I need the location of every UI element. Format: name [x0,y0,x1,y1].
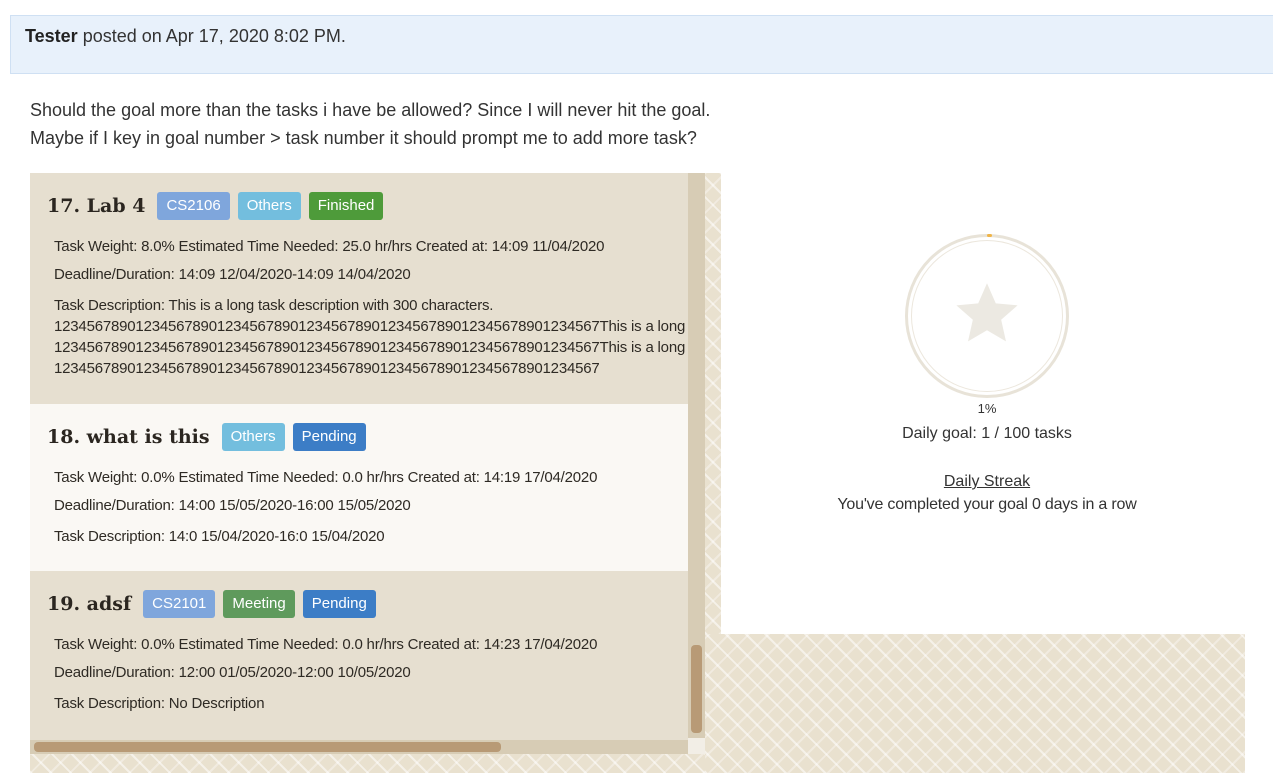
status-tag: Pending [302,590,376,618]
horizontal-scroll-thumb[interactable] [34,742,501,752]
type-tag: Others [221,423,285,451]
task-meta: Task Weight: 0.0% Estimated Time Needed:… [54,636,598,653]
scroll-corner [688,738,705,754]
type-tag: Others [237,192,301,220]
goal-progress-ring [905,234,1069,398]
task-card[interactable]: 18. what is this Others Pending Task Wei… [30,404,688,571]
task-description: Task Description: 14:0 15/04/2020-16:0 1… [54,528,385,545]
goal-percent: 1% [977,401,997,416]
module-tag: CS2106 [157,192,230,220]
post-line-2: Maybe if I key in goal number > task num… [30,128,697,148]
task-description: Task Description: This is a long task de… [54,297,494,314]
background-pattern [705,173,721,634]
task-deadline: Deadline/Duration: 12:00 01/05/2020-12:0… [54,664,411,681]
daily-streak-text: You've completed your goal 0 days in a r… [837,496,1137,513]
task-meta: Task Weight: 0.0% Estimated Time Needed:… [54,469,598,486]
task-list[interactable]: 17. Lab 4 CS2106 Others Finished Task We… [30,173,688,740]
background-pattern [30,754,705,773]
task-description-line: 1234567890123456789012345678901234567890… [54,318,688,335]
task-description-line: 1234567890123456789012345678901234567890… [54,339,688,356]
daily-goal-panel: 1% Daily goal: 1 / 100 tasks Daily Strea… [721,173,1245,634]
module-tag: CS2101 [143,590,216,618]
type-tag: Meeting [223,590,295,618]
star-icon [956,283,1018,342]
task-description: Task Description: No Description [54,695,265,712]
task-deadline: Deadline/Duration: 14:00 15/05/2020-16:0… [54,497,411,514]
status-tag: Finished [308,192,384,220]
task-title: 19. adsf [47,593,132,615]
task-card[interactable]: 17. Lab 4 CS2106 Others Finished Task We… [30,173,688,404]
task-card[interactable]: 19. adsf CS2101 Meeting Pending Task Wei… [30,571,688,740]
post-line-1: Should the goal more than the tasks i ha… [30,100,711,120]
daily-streak-title: Daily Streak [943,473,1031,490]
task-title: 17. Lab 4 [47,195,146,217]
task-deadline: Deadline/Duration: 14:09 12/04/2020-14:0… [54,266,411,283]
task-title: 18. what is this [47,426,210,448]
vertical-scroll-thumb[interactable] [691,645,702,733]
progress-indicator [987,234,992,237]
task-description-line: 1234567890123456789012345678901234567890… [54,360,600,377]
post-timestamp: posted on Apr 17, 2020 8:02 PM. [77,26,346,46]
embedded-screenshot: 17. Lab 4 CS2106 Others Finished Task We… [30,173,1245,773]
task-meta: Task Weight: 8.0% Estimated Time Needed:… [54,238,605,255]
background-pattern [705,634,1245,773]
post-author[interactable]: Tester [25,26,78,46]
post-body: Should the goal more than the tasks i ha… [30,96,710,152]
status-tag: Pending [292,423,366,451]
daily-goal-text: Daily goal: 1 / 100 tasks [902,425,1072,442]
post-header: Tester posted on Apr 17, 2020 8:02 PM. [10,15,1273,74]
